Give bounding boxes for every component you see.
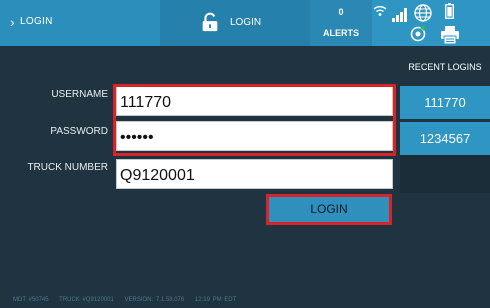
clock-time: 12:19 PM EDT [194,297,237,303]
truck-number-field[interactable]: Q9120001 [116,159,393,189]
page-title: LOGIN [230,17,262,28]
recent-login-item[interactable]: 111770 [400,86,490,119]
gps-icon [410,25,426,42]
username-label: USERNAME [51,89,108,100]
mdt-number: MDT #50745 [13,297,49,303]
top-bar: › LOGIN LOGIN 0 ALERTS [0,0,490,46]
alerts-label: ALERTS [323,28,359,38]
version-text: VERSION: 7.1.58.076 [124,297,185,303]
recent-logins-heading: RECENT LOGINS [408,62,482,72]
username-field[interactable]: 111770 [116,86,393,116]
status-footer: MDT #50745 TRUCK #Q9120001 VERSION: 7.1.… [13,297,244,303]
password-field[interactable]: •••••• [116,121,393,151]
login-nav-label: LOGIN [20,16,53,27]
password-label: PASSWORD [50,126,108,137]
truck-number-label: TRUCK NUMBER [27,162,108,173]
alerts-count: 0 [338,7,344,17]
battery-icon [445,3,454,19]
signal-icon [392,8,407,22]
page-title-bar: LOGIN [160,0,310,46]
wifi-icon [373,6,387,16]
recent-login-item[interactable]: 1234567 [400,122,490,155]
globe-icon [414,4,432,22]
alerts-button[interactable]: 0 ALERTS [310,0,372,46]
login-button[interactable]: LOGIN [266,194,392,225]
lock-icon [202,12,218,32]
printer-icon [441,26,459,44]
status-icons [372,0,490,46]
login-nav-button[interactable]: › LOGIN [0,0,160,46]
chevron-right-icon: › [10,14,15,30]
truck-id: TRUCK #Q9120001 [59,297,114,303]
